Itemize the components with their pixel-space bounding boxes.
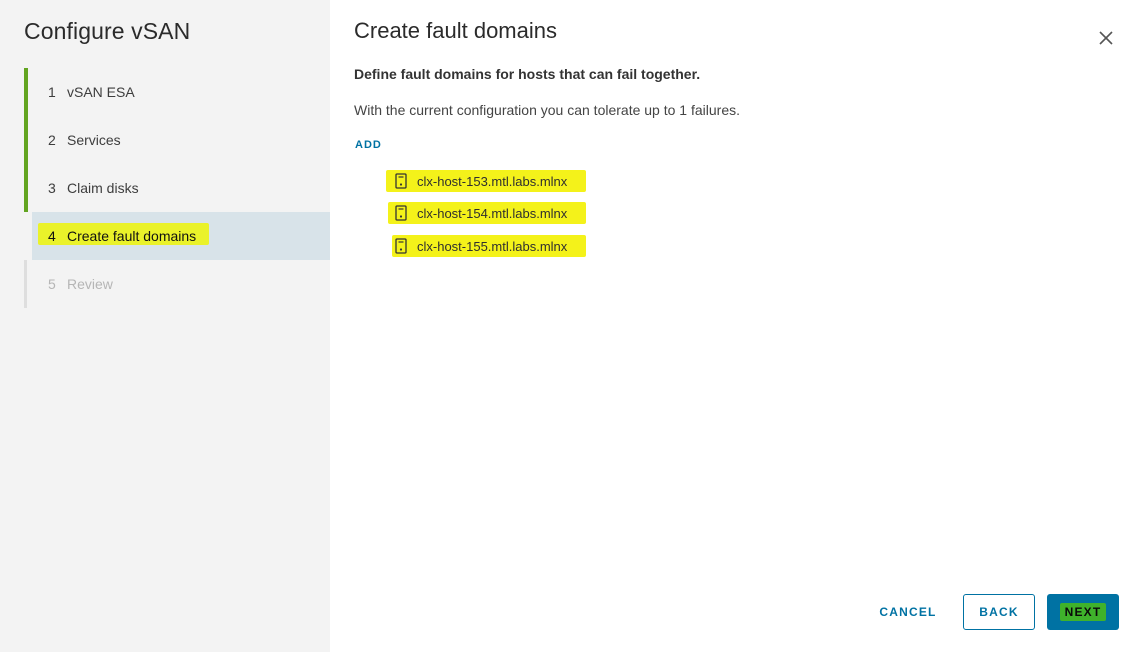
wizard-sidebar: Configure vSAN 1 vSAN ESA 2 Services 3 C… [0,0,330,652]
step-label: Create fault domains [67,228,197,244]
step-review: 5 Review [24,260,330,308]
step-label: Claim disks [67,180,139,196]
host-name: clx-host-154.mtl.labs.mlnx [417,205,568,221]
step-progress-bar [24,260,27,308]
next-button[interactable]: NEXT [1047,594,1119,630]
step-number: 4 [48,228,56,244]
cancel-button[interactable]: CANCEL [870,594,946,630]
step-progress-bar [24,164,28,212]
tolerance-text: With the current configuration you can t… [354,102,740,118]
step-label: Services [67,132,121,148]
description-text: Define fault domains for hosts that can … [354,66,701,82]
host-item[interactable]: clx-host-155.mtl.labs.mlnx [392,235,586,257]
server-icon [395,205,407,221]
step-vsan-esa[interactable]: 1 vSAN ESA [24,68,330,116]
close-icon [1099,31,1113,45]
host-name: clx-host-153.mtl.labs.mlnx [417,173,568,189]
host-item[interactable]: clx-host-153.mtl.labs.mlnx [386,170,586,192]
host-item[interactable]: clx-host-154.mtl.labs.mlnx [388,202,586,224]
step-number: 5 [48,276,56,292]
back-button[interactable]: BACK [963,594,1035,630]
server-icon [395,173,407,189]
step-number: 1 [48,84,56,100]
step-progress-bar [24,68,28,116]
page-title: Create fault domains [354,18,557,43]
step-create-fault-domains[interactable]: 4 Create fault domains [32,212,330,260]
host-name: clx-host-155.mtl.labs.mlnx [417,238,568,254]
next-button-label: NEXT [1064,605,1102,619]
step-progress-bar [24,116,28,164]
step-claim-disks[interactable]: 3 Claim disks [24,164,330,212]
step-number: 2 [48,132,56,148]
step-label: vSAN ESA [67,84,135,100]
wizard-steps: 1 vSAN ESA 2 Services 3 Claim disks 4 Cr… [24,68,330,308]
wizard-title: Configure vSAN [24,18,191,44]
add-fault-domain-button[interactable]: ADD [355,139,382,151]
step-number: 3 [48,180,56,196]
close-button[interactable] [1096,28,1116,48]
step-label: Review [67,276,113,292]
step-services[interactable]: 2 Services [24,116,330,164]
server-icon [395,238,407,254]
